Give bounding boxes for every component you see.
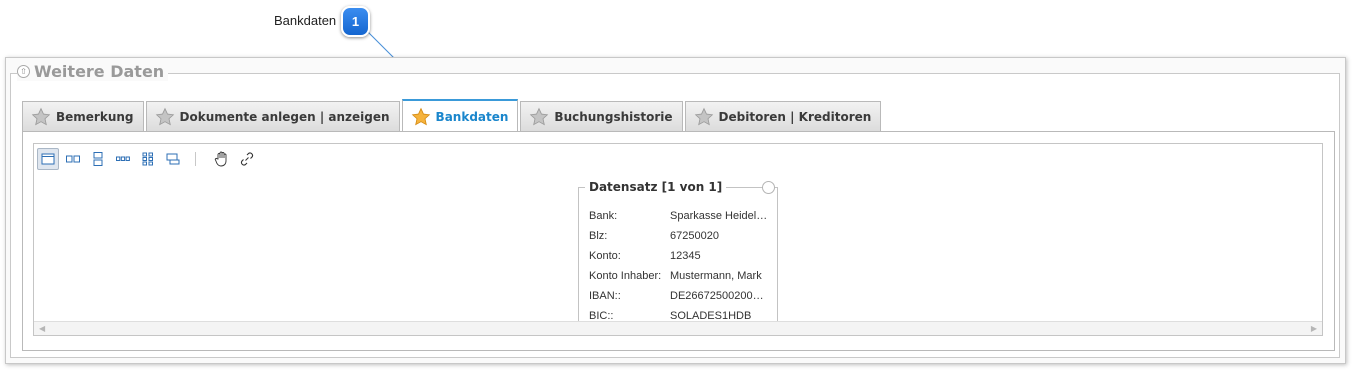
tab-label: Bankdaten (435, 109, 509, 124)
group-title: Weitere Daten (34, 62, 165, 81)
tab-label: Buchungshistorie (554, 109, 673, 124)
pan-hand-button[interactable] (211, 148, 233, 170)
multi-columns-button[interactable] (112, 148, 134, 170)
record-field-iban: IBAN:: DE26672500200… (589, 290, 770, 306)
record-field-konto-inhaber: Konto Inhaber: Mustermann, Mark (589, 270, 770, 286)
field-label: Bank: (589, 210, 618, 222)
link-icon (240, 152, 254, 166)
star-icon (155, 107, 174, 125)
tab-label: Bemerkung (56, 109, 134, 124)
tab-buchungshistorie[interactable]: Buchungshistorie (520, 101, 683, 131)
datensatz-record-card: Datensatz [1 von 1] Bank: Sparkasse Heid… (578, 180, 778, 335)
link-button[interactable] (236, 148, 258, 170)
scroll-right-icon[interactable]: ▶ (1311, 324, 1317, 333)
view-toolbar (37, 148, 258, 170)
field-value: 12345 (670, 250, 701, 262)
card-view-button[interactable] (162, 148, 184, 170)
callout-label: Bankdaten (274, 13, 337, 28)
star-active-icon (411, 107, 430, 125)
multi-columns-icon (116, 156, 130, 161)
star-icon (31, 107, 51, 125)
group-legend: ⇧ Weitere Daten (17, 62, 169, 81)
callout-number-badge: 1 (341, 6, 370, 37)
form-window: ⇧ Weitere Daten Bemerkung Dokumente anle… (5, 57, 1346, 364)
toolbar-separator (195, 152, 196, 166)
field-label: Blz: (589, 230, 608, 242)
tab-bankdaten[interactable]: Bankdaten (401, 99, 519, 132)
record-field-konto: Konto: 12345 (589, 250, 770, 266)
tab-bar: Bemerkung Dokumente anlegen | anzeigen B… (22, 99, 883, 132)
star-icon (694, 107, 713, 125)
bankdaten-tab-panel: Datensatz [1 von 1] Bank: Sparkasse Heid… (22, 131, 1335, 351)
field-label: Konto Inhaber: (589, 270, 662, 282)
field-value: Sparkasse Heidel… (670, 210, 768, 222)
multi-rows-icon (142, 152, 153, 166)
layout-view-panel: Datensatz [1 von 1] Bank: Sparkasse Heid… (33, 143, 1323, 336)
multi-rows-button[interactable] (137, 148, 159, 170)
pan-hand-icon (214, 151, 227, 167)
single-view-icon (41, 153, 55, 165)
field-value: DE26672500200… (670, 290, 764, 302)
field-label: Konto: (589, 250, 621, 262)
star-icon (530, 107, 549, 125)
record-collapse-icon[interactable] (762, 181, 775, 194)
card-view-icon (166, 153, 180, 165)
tab-bemerkung[interactable]: Bemerkung (22, 101, 144, 131)
two-columns-button[interactable] (62, 148, 84, 170)
tab-dokumente[interactable]: Dokumente anlegen | anzeigen (145, 101, 400, 131)
tab-debitoren-kreditoren[interactable]: Debitoren | Kreditoren (684, 101, 882, 131)
two-rows-button[interactable] (87, 148, 109, 170)
tab-label: Debitoren | Kreditoren (718, 109, 872, 124)
record-field-bank: Bank: Sparkasse Heidel… (589, 210, 770, 226)
two-rows-icon (93, 152, 103, 166)
weitere-daten-group: ⇧ Weitere Daten Bemerkung Dokumente anle… (10, 62, 1340, 358)
scroll-left-icon[interactable]: ◀ (39, 324, 45, 333)
single-view-button[interactable] (37, 148, 59, 170)
two-columns-icon (66, 155, 80, 163)
collapse-up-icon[interactable]: ⇧ (17, 65, 30, 78)
tab-label: Dokumente anlegen | anzeigen (179, 109, 390, 124)
horizontal-scrollbar[interactable]: ◀ ▶ (34, 321, 1322, 335)
record-title: Datensatz [1 von 1] (585, 180, 727, 194)
field-value: 67250020 (670, 230, 719, 242)
field-value: Mustermann, Mark (670, 270, 762, 282)
record-field-blz: Blz: 67250020 (589, 230, 770, 246)
field-label: IBAN:: (589, 290, 621, 302)
